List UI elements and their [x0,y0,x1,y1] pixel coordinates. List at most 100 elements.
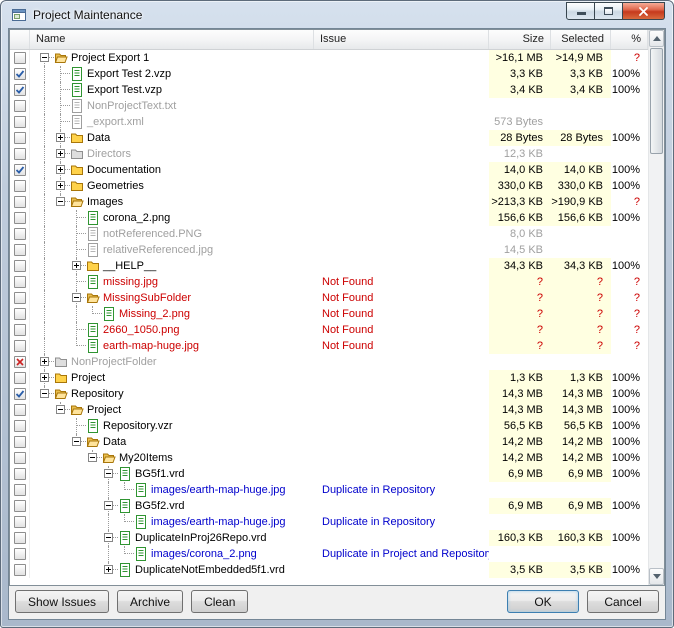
item-name[interactable]: images/earth-map-huge.jpg [151,482,286,498]
item-name[interactable]: relativeReferenced.jpg [103,242,213,258]
row-checkbox[interactable] [14,436,26,448]
row-checkbox[interactable] [14,420,26,432]
item-name[interactable]: DuplicateInProj26Repo.vrd [135,530,266,546]
tree-row[interactable]: Repository.vzr56,5 KB56,5 KB100% [10,418,648,434]
row-checkbox[interactable] [14,212,26,224]
item-name[interactable]: 2660_1050.png [103,322,179,338]
tree-row[interactable]: NonProjectText.txt [10,98,648,114]
tree-row[interactable]: corona_2.png156,6 KB156,6 KB100% [10,210,648,226]
row-checkbox[interactable] [14,196,26,208]
item-name[interactable]: My20Items [119,450,173,466]
tree-row[interactable]: Project14,3 MB14,3 MB100% [10,402,648,418]
item-name[interactable]: Export Test 2.vzp [87,66,171,82]
item-name[interactable]: __HELP__ [103,258,156,274]
tree-row[interactable]: NonProjectFolder [10,354,648,370]
row-checkbox[interactable] [14,52,26,64]
item-name[interactable]: BG5f2.vrd [135,498,185,514]
collapse-icon[interactable] [72,293,81,302]
expand-icon[interactable] [56,149,65,158]
scroll-down-button[interactable] [649,568,664,585]
item-name[interactable]: Missing_2.png [119,306,190,322]
item-name[interactable]: missing.jpg [103,274,158,290]
item-name[interactable]: Directors [87,146,131,162]
item-name[interactable]: earth-map-huge.jpg [103,338,199,354]
tree-row[interactable]: Export Test.vzp3,4 KB3,4 KB100% [10,82,648,98]
item-name[interactable]: DuplicateNotEmbedded5f1.vrd [135,562,285,578]
row-checkbox[interactable] [14,388,26,400]
tree-row[interactable]: DuplicateInProj26Repo.vrd160,3 KB160,3 K… [10,530,648,546]
close-button[interactable] [623,2,665,20]
item-name[interactable]: Project [87,402,121,418]
tree-row[interactable]: notReferenced.PNG8,0 KB [10,226,648,242]
column-header-issue[interactable]: Issue [314,30,489,49]
tree-row[interactable]: _export.xml573 Bytes [10,114,648,130]
item-name[interactable]: _export.xml [87,114,144,130]
tree-row[interactable]: Images>213,3 KB>190,9 KB? [10,194,648,210]
column-header-check[interactable] [10,30,30,49]
item-name[interactable]: MissingSubFolder [103,290,191,306]
tree-row[interactable]: BG5f1.vrd6,9 MB6,9 MB100% [10,466,648,482]
cancel-button[interactable]: Cancel [587,590,659,613]
row-checkbox[interactable] [14,564,26,576]
row-checkbox[interactable] [14,180,26,192]
row-checkbox[interactable] [14,484,26,496]
tree-row[interactable]: My20Items14,2 MB14,2 MB100% [10,450,648,466]
vertical-scrollbar[interactable] [648,30,664,585]
row-checkbox[interactable] [14,164,26,176]
expand-icon[interactable] [56,181,65,190]
maximize-button[interactable] [595,2,623,20]
show-issues-button[interactable]: Show Issues [15,590,109,613]
row-checkbox[interactable] [14,116,26,128]
column-header-selected[interactable]: Selected [551,30,611,49]
tree-row[interactable]: Export Test 2.vzp3,3 KB3,3 KB100% [10,66,648,82]
tree-row[interactable]: images/earth-map-huge.jpgDuplicate in Re… [10,514,648,530]
row-checkbox[interactable] [14,532,26,544]
row-checkbox[interactable] [14,500,26,512]
row-checkbox[interactable] [14,292,26,304]
expand-icon[interactable] [104,565,113,574]
row-checkbox[interactable] [14,324,26,336]
row-checkbox[interactable] [14,228,26,240]
expand-icon[interactable] [56,133,65,142]
row-checkbox[interactable] [14,468,26,480]
row-checkbox[interactable] [14,372,26,384]
scroll-up-button[interactable] [649,30,664,47]
tree-row[interactable]: Geometries330,0 KB330,0 KB100% [10,178,648,194]
item-name[interactable]: Documentation [87,162,161,178]
tree-row[interactable]: Repository14,3 MB14,3 MB100% [10,386,648,402]
tree-row[interactable]: relativeReferenced.jpg14,5 KB [10,242,648,258]
tree-row[interactable]: Documentation14,0 KB14,0 KB100% [10,162,648,178]
tree-row[interactable]: BG5f2.vrd6,9 MB6,9 MB100% [10,498,648,514]
tree-row[interactable]: Data28 Bytes28 Bytes100% [10,130,648,146]
item-name[interactable]: corona_2.png [103,210,170,226]
tree-row[interactable]: Directors12,3 KB [10,146,648,162]
item-name[interactable]: Repository [71,386,124,402]
item-name[interactable]: Project Export 1 [71,50,149,66]
row-checkbox[interactable] [14,244,26,256]
item-name[interactable]: Geometries [87,178,144,194]
row-checkbox[interactable] [14,308,26,320]
tree-row[interactable]: images/earth-map-huge.jpgDuplicate in Re… [10,482,648,498]
column-header-name[interactable]: Name [30,30,314,49]
expand-icon[interactable] [56,165,65,174]
collapse-icon[interactable] [40,53,49,62]
tree-row[interactable]: Project Export 1>16,1 MB>14,9 MB? [10,50,648,66]
item-name[interactable]: Export Test.vzp [87,82,162,98]
row-checkbox[interactable] [14,84,26,96]
collapse-icon[interactable] [104,501,113,510]
collapse-icon[interactable] [88,453,97,462]
tree-row[interactable]: Data14,2 MB14,2 MB100% [10,434,648,450]
tree-row[interactable]: images/corona_2.pngDuplicate in Project … [10,546,648,562]
item-name[interactable]: images/corona_2.png [151,546,257,562]
collapse-icon[interactable] [56,197,65,206]
tree-row[interactable]: earth-map-huge.jpgNot Found??? [10,338,648,354]
item-name[interactable]: NonProjectText.txt [87,98,176,114]
row-checkbox[interactable] [14,100,26,112]
expand-icon[interactable] [40,373,49,382]
tree-row[interactable]: DuplicateNotEmbedded5f1.vrd3,5 KB3,5 KB1… [10,562,648,578]
row-checkbox[interactable] [14,340,26,352]
row-checkbox[interactable] [14,516,26,528]
item-name[interactable]: Project [71,370,105,386]
collapse-icon[interactable] [104,533,113,542]
expand-icon[interactable] [40,357,49,366]
